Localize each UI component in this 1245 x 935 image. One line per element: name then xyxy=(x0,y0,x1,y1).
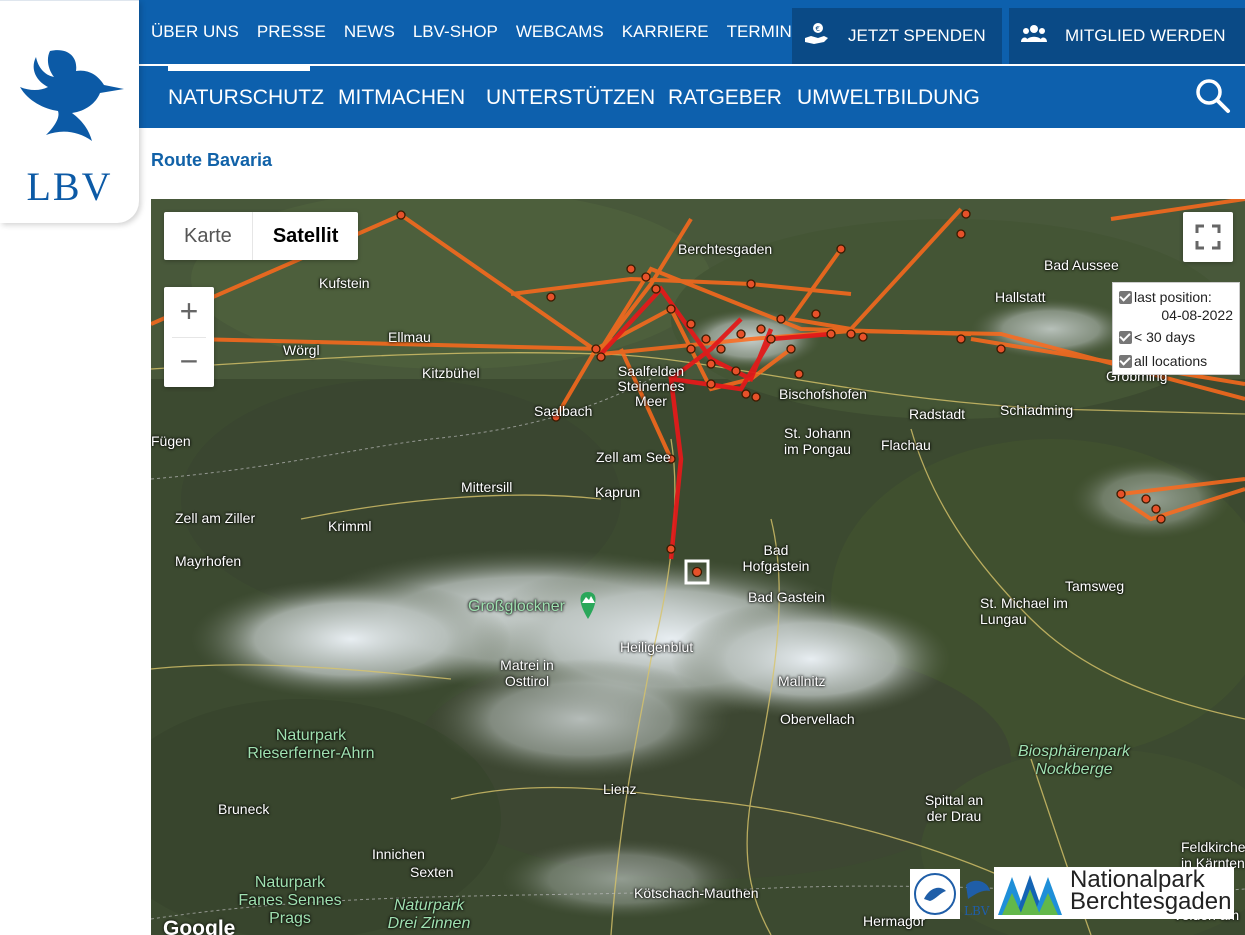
place-label: Spittal an der Drau xyxy=(924,792,984,824)
legend-all-label: all locations xyxy=(1134,353,1208,369)
lbv-small-logo-icon: LBV xyxy=(962,869,992,919)
zoom-control: + − xyxy=(164,287,214,387)
lbv-logo[interactable]: LBV xyxy=(0,0,139,223)
topnav-item-shop[interactable]: LBV-SHOP xyxy=(413,22,498,42)
legend-recent-label: < 30 days xyxy=(1134,329,1196,345)
mainnav-item-umweltbildung[interactable]: UMWELTBILDUNG xyxy=(797,86,980,110)
mountains-logo-icon xyxy=(998,875,1062,915)
map-view[interactable]: Berchtesgaden Bad Aussee Kufstein Hallst… xyxy=(151,199,1245,935)
active-indicator xyxy=(168,66,310,71)
place-label: Bruneck xyxy=(218,801,270,817)
mainnav-item-ratgeber[interactable]: RATGEBER xyxy=(668,86,782,110)
place-label: Radstadt xyxy=(909,406,966,422)
place-label: Biosphärenpark Nockberge xyxy=(1017,743,1131,778)
map-type-karte-button[interactable]: Karte xyxy=(164,212,252,260)
topnav-item-presse[interactable]: PRESSE xyxy=(257,22,326,42)
mainnav-item-unterstuetzen[interactable]: UNTERSTÜTZEN xyxy=(486,86,655,110)
partner-logos: LBV Nationalpark Berchtesgaden xyxy=(910,867,1234,919)
search-icon[interactable] xyxy=(1195,78,1231,114)
place-label: Wörgl xyxy=(283,342,320,358)
place-label: Saalbach xyxy=(534,403,593,419)
topnav-item-karriere[interactable]: KARRIERE xyxy=(622,22,709,42)
mainnav-item-mitmachen[interactable]: MITMACHEN xyxy=(338,86,465,110)
place-label: Flachau xyxy=(881,437,931,453)
logo-text: LBV xyxy=(26,164,113,209)
google-attribution: Google xyxy=(163,917,236,935)
place-label: Saalfelden Steinernes Meer xyxy=(617,363,685,409)
legend-last-position[interactable]: last position: xyxy=(1119,289,1212,305)
place-label: Großglockner xyxy=(468,598,565,615)
svg-text:LBV: LBV xyxy=(964,904,990,918)
map-type-control: Karte Satellit xyxy=(164,212,359,260)
fullscreen-button[interactable] xyxy=(1183,212,1233,262)
kingfisher-logo-icon xyxy=(20,50,124,141)
track-legend: last position: 04-08-2022 < 30 days all … xyxy=(1112,282,1240,375)
project-badge-icon xyxy=(910,869,960,919)
place-label: Bischofshofen xyxy=(779,386,867,402)
zoom-in-button[interactable]: + xyxy=(164,287,214,337)
membership-label: MITGLIED WERDEN xyxy=(1065,26,1226,45)
svg-text:€: € xyxy=(816,25,820,33)
donate-label: JETZT SPENDEN xyxy=(848,26,986,45)
place-label: Berchtesgaden xyxy=(678,241,773,257)
legend-last-position-label: last position: xyxy=(1134,289,1212,305)
mainnav-item-naturschutz[interactable]: NATURSCHUTZ xyxy=(168,86,324,110)
satellite-terrain xyxy=(151,199,1245,935)
place-label: Kufstein xyxy=(319,275,370,291)
checkbox-checked-icon[interactable] xyxy=(1119,331,1132,344)
place-label: Bad Aussee xyxy=(1044,257,1119,273)
nationalpark-name: Nationalpark Berchtesgaden xyxy=(1070,866,1232,915)
top-nav: ÜBER UNS PRESSE NEWS LBV-SHOP WEBCAMS KA… xyxy=(151,22,821,42)
place-label: Matrei in Osttirol xyxy=(500,657,554,689)
place-label: Mittersill xyxy=(461,479,513,495)
membership-button[interactable]: MITGLIED WERDEN xyxy=(1009,8,1245,64)
page-title: Route Bavaria xyxy=(151,150,273,170)
place-label: Naturpark Rieserferner-Ahrn xyxy=(247,727,375,762)
legend-recent[interactable]: < 30 days xyxy=(1119,329,1195,345)
place-label: Ellmau xyxy=(388,329,431,345)
zoom-divider xyxy=(172,337,206,338)
place-label: Kaprun xyxy=(595,484,641,500)
place-label: Lienz xyxy=(603,781,637,797)
checkbox-checked-icon[interactable] xyxy=(1119,355,1132,368)
place-label: Bad Hofgastein xyxy=(742,542,810,574)
fullscreen-icon xyxy=(1195,224,1221,250)
checkbox-checked-icon[interactable] xyxy=(1119,291,1132,304)
donate-hand-icon: € xyxy=(804,22,830,51)
legend-last-position-date: 04-08-2022 xyxy=(1161,307,1233,323)
place-label: Naturpark Fanes Sennes Prags xyxy=(238,874,342,927)
zoom-out-button[interactable]: − xyxy=(164,337,214,387)
place-label: Sexten xyxy=(410,864,454,880)
place-label: Zell am See xyxy=(596,449,671,465)
place-label: Tamsweg xyxy=(1065,578,1125,594)
place-label: Obervellach xyxy=(780,711,855,727)
place-label: Hallstatt xyxy=(995,289,1046,305)
topnav-item-ueber-uns[interactable]: ÜBER UNS xyxy=(151,22,239,42)
place-label: St. Michael im Lungau xyxy=(980,595,1068,627)
place-label: Krimml xyxy=(328,518,372,534)
place-label: Fügen xyxy=(151,433,191,449)
place-label: Innichen xyxy=(372,846,425,862)
place-label: Zell am Ziller xyxy=(175,510,256,526)
nationalpark-logo: Nationalpark Berchtesgaden xyxy=(994,867,1234,919)
topnav-item-webcams[interactable]: WEBCAMS xyxy=(516,22,604,42)
place-label: Kötschach-Mauthen xyxy=(634,885,759,901)
main-nav: NATURSCHUTZ MITMACHEN UNTERSTÜTZEN RATGE… xyxy=(139,66,1245,128)
topnav-item-news[interactable]: NEWS xyxy=(344,22,395,42)
legend-all[interactable]: all locations xyxy=(1119,353,1207,369)
place-label: Mallnitz xyxy=(778,673,826,689)
place-label: Kitzbühel xyxy=(422,365,480,381)
place-label: Naturpark Drei Zinnen xyxy=(387,897,471,932)
place-label: Schladming xyxy=(1000,402,1074,418)
map-type-satellit-button[interactable]: Satellit xyxy=(251,212,359,260)
top-bar: ÜBER UNS PRESSE NEWS LBV-SHOP WEBCAMS KA… xyxy=(139,0,1245,64)
group-people-icon xyxy=(1021,24,1047,49)
donate-button[interactable]: € JETZT SPENDEN xyxy=(792,8,1002,64)
place-label: Heiligenblut xyxy=(620,639,694,655)
place-label: St. Johann im Pongau xyxy=(784,425,851,457)
place-label: Mayrhofen xyxy=(175,553,242,569)
place-label: Bad Gastein xyxy=(748,589,826,605)
